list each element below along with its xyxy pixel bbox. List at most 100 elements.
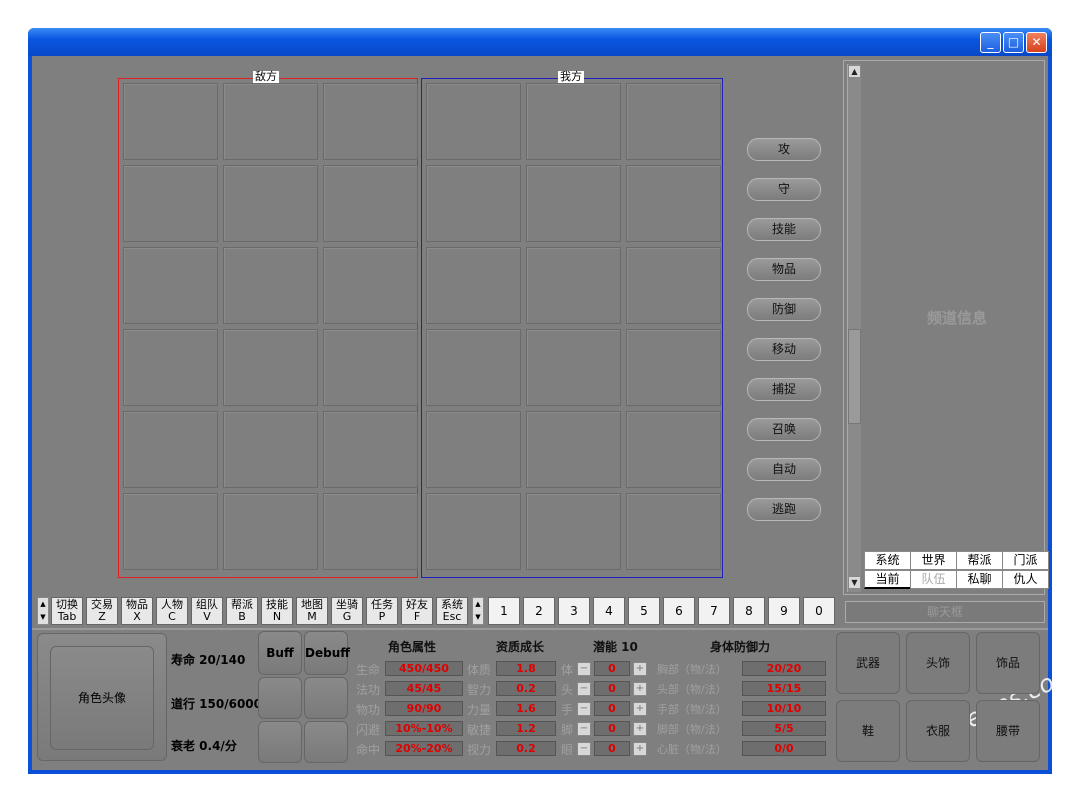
minimize-button[interactable]: _ [980, 32, 1001, 53]
scroll-thumb[interactable] [848, 329, 861, 424]
hotkey-button[interactable]: 组队 V [191, 597, 223, 625]
action-button[interactable]: 防御 [747, 298, 821, 321]
hotkey-button[interactable]: 坐骑 G [331, 597, 363, 625]
hotkey-button[interactable]: 系统 Esc [436, 597, 468, 625]
hotkey-button[interactable]: 帮派 B [226, 597, 258, 625]
quickslot-button[interactable]: 1 [488, 597, 520, 625]
grid-cell[interactable] [626, 247, 721, 324]
grid-cell[interactable] [223, 165, 318, 242]
grid-cell[interactable] [123, 411, 218, 488]
chat-tab[interactable]: 世界 [910, 551, 957, 570]
chat-scrollbar[interactable]: ▲ ▼ [847, 64, 861, 592]
equipment-slot[interactable]: 衣服 [906, 700, 970, 762]
grid-cell[interactable] [123, 493, 218, 570]
avatar[interactable]: 角色头像 [50, 646, 154, 750]
scroll-up-icon[interactable]: ▲ [848, 65, 861, 78]
action-button[interactable]: 捕捉 [747, 378, 821, 401]
grid-cell[interactable] [526, 83, 621, 160]
grid-cell[interactable] [323, 247, 418, 324]
action-button[interactable]: 物品 [747, 258, 821, 281]
action-button[interactable]: 技能 [747, 218, 821, 241]
chat-tab[interactable]: 队伍 [910, 570, 957, 589]
scroll-down-icon[interactable]: ▼ [848, 576, 861, 589]
grid-cell[interactable] [426, 411, 521, 488]
grid-cell[interactable] [526, 165, 621, 242]
grid-cell[interactable] [123, 329, 218, 406]
debuff-button[interactable]: Debuff [304, 631, 350, 675]
grid-cell[interactable] [526, 411, 621, 488]
hotkey-button[interactable]: 交易 Z [86, 597, 118, 625]
quickslot-button[interactable]: 2 [523, 597, 555, 625]
grid-cell[interactable] [223, 493, 318, 570]
hotkey-button[interactable]: 任务 P [366, 597, 398, 625]
debuff-slot[interactable] [304, 721, 348, 763]
action-button[interactable]: 守 [747, 178, 821, 201]
grid-cell[interactable] [526, 493, 621, 570]
chat-input[interactable]: 聊天框 [845, 601, 1045, 623]
debuff-slot[interactable] [304, 677, 348, 719]
minus-button[interactable]: − [577, 722, 591, 736]
grid-cell[interactable] [223, 329, 318, 406]
maximize-button[interactable]: □ [1003, 32, 1024, 53]
grid-cell[interactable] [526, 247, 621, 324]
buff-slot[interactable] [258, 677, 302, 719]
hotkey-button[interactable]: 好友 F [401, 597, 433, 625]
chat-tab[interactable]: 当前 [864, 570, 911, 589]
close-button[interactable]: ✕ [1026, 32, 1047, 53]
grid-cell[interactable] [123, 247, 218, 324]
hotkey-button[interactable]: 物品 X [121, 597, 153, 625]
grid-cell[interactable] [426, 165, 521, 242]
grid-cell[interactable] [223, 83, 318, 160]
action-button[interactable]: 召唤 [747, 418, 821, 441]
minus-button[interactable]: − [577, 742, 591, 756]
minus-button[interactable]: − [577, 662, 591, 676]
grid-cell[interactable] [526, 329, 621, 406]
chat-tab[interactable]: 帮派 [956, 551, 1003, 570]
grid-cell[interactable] [323, 165, 418, 242]
quickslot-button[interactable]: 8 [733, 597, 765, 625]
equipment-slot[interactable]: 鞋 [836, 700, 900, 762]
action-button[interactable]: 自动 [747, 458, 821, 481]
plus-button[interactable]: + [633, 742, 647, 756]
hotkey-button[interactable]: 技能 N [261, 597, 293, 625]
chat-tab[interactable]: 系统 [864, 551, 911, 570]
chat-tab[interactable]: 私聊 [956, 570, 1003, 589]
equipment-slot[interactable]: 武器 [836, 632, 900, 694]
minus-button[interactable]: − [577, 702, 591, 716]
grid-cell[interactable] [223, 247, 318, 324]
grid-cell[interactable] [223, 411, 318, 488]
grid-cell[interactable] [323, 329, 418, 406]
minus-button[interactable]: − [577, 682, 591, 696]
quickslot-button[interactable]: 9 [768, 597, 800, 625]
quickslot-button[interactable]: 6 [663, 597, 695, 625]
plus-button[interactable]: + [633, 662, 647, 676]
hotkey-button[interactable]: 切换 Tab [51, 597, 83, 625]
chat-tab[interactable]: 仇人 [1002, 570, 1049, 589]
grid-cell[interactable] [626, 165, 721, 242]
title-bar[interactable] [28, 28, 1052, 56]
chat-tab[interactable]: 门派 [1002, 551, 1049, 570]
grid-cell[interactable] [426, 329, 521, 406]
quickslot-button[interactable]: 7 [698, 597, 730, 625]
grid-cell[interactable] [123, 83, 218, 160]
grid-cell[interactable] [426, 493, 521, 570]
hotkey-scroll-left[interactable]: ▲ ▼ [37, 597, 49, 625]
grid-cell[interactable] [323, 411, 418, 488]
grid-cell[interactable] [323, 83, 418, 160]
quickslot-button[interactable]: 5 [628, 597, 660, 625]
grid-cell[interactable] [426, 83, 521, 160]
grid-cell[interactable] [123, 165, 218, 242]
plus-button[interactable]: + [633, 702, 647, 716]
hotkey-button[interactable]: 地图 M [296, 597, 328, 625]
quickslot-button[interactable]: 3 [558, 597, 590, 625]
action-button[interactable]: 移动 [747, 338, 821, 361]
plus-button[interactable]: + [633, 722, 647, 736]
equipment-slot[interactable]: 腰带 [976, 700, 1040, 762]
action-button[interactable]: 攻 [747, 138, 821, 161]
buff-slot[interactable] [258, 721, 302, 763]
grid-cell[interactable] [426, 247, 521, 324]
grid-cell[interactable] [626, 493, 721, 570]
grid-cell[interactable] [626, 329, 721, 406]
quickslot-button[interactable]: 4 [593, 597, 625, 625]
equipment-slot[interactable]: 饰品 [976, 632, 1040, 694]
